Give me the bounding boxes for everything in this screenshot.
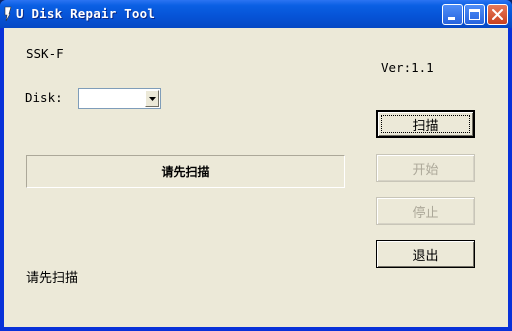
start-button[interactable]: 开始 [376, 154, 475, 182]
maximize-icon [469, 9, 480, 20]
close-button[interactable] [487, 4, 508, 25]
maximize-button[interactable] [464, 4, 485, 25]
app-icon [4, 6, 12, 22]
version-label: Ver:1.1 [381, 60, 434, 75]
status-line: 请先扫描 [26, 271, 79, 286]
status-box: 请先扫描 [26, 155, 345, 188]
exit-button[interactable]: 退出 [376, 240, 475, 268]
minimize-icon [448, 17, 455, 20]
scan-button[interactable]: 扫描 [376, 110, 475, 138]
window-title: U Disk Repair Tool [16, 6, 156, 21]
title-bar[interactable]: U Disk Repair Tool [0, 0, 512, 28]
stop-button[interactable]: 停止 [376, 197, 475, 225]
disk-select[interactable] [78, 88, 161, 109]
app-window: U Disk Repair Tool SSK-F Ver:1.1 Disk: 请… [0, 0, 512, 331]
disk-label: Disk: [25, 90, 63, 105]
window-border-bottom [0, 327, 512, 331]
dialog-client-area: SSK-F Ver:1.1 Disk: 请先扫描 扫描 开始 停止 退出 请先扫… [4, 28, 508, 327]
close-icon [492, 9, 503, 20]
device-name-label: SSK-F [26, 46, 64, 61]
window-border-right [508, 28, 512, 327]
minimize-button[interactable] [442, 4, 463, 25]
chevron-down-icon [149, 97, 156, 101]
disk-select-dropdown-button[interactable] [145, 90, 159, 107]
